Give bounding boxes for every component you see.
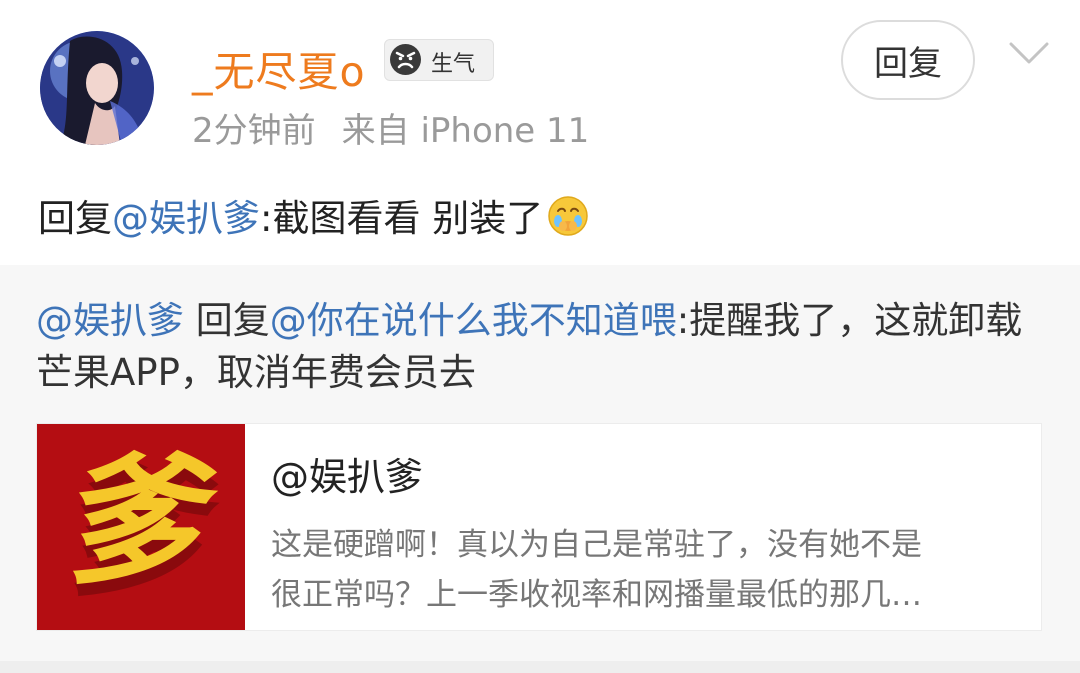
quoted-reply-text: @娱扒爹 回复@你在说什么我不知道喂:提醒我了，这就卸载芒果APP，取消年费会员… [36, 295, 1046, 399]
angry-face-icon [390, 44, 421, 75]
card-title: @娱扒爹 [271, 455, 424, 499]
card-thumbnail: 爹 爹 [37, 424, 245, 630]
username[interactable]: _无尽夏o [192, 38, 366, 98]
mood-label: 生气 [431, 52, 476, 77]
post-source: 来自 iPhone 11 [341, 111, 590, 151]
quoted-reply-word: 回复 [184, 299, 270, 342]
avatar[interactable] [40, 31, 154, 145]
card-desc-line-2: 很正常吗？上一季收视率和网播量最低的那几… [271, 577, 922, 613]
comment-text: 回复@娱扒爹:截图看看 别装了 [38, 188, 589, 242]
crying-face-emoji [548, 196, 588, 236]
quoted-reply-target[interactable]: @你在说什么我不知道喂 [270, 299, 677, 342]
timestamp: 2分钟前 [192, 111, 316, 151]
linked-post-card[interactable]: 爹 爹 @娱扒爹 这是硬蹭啊！真以为自己是常驻了，没有她不是 很正常吗？上一季收… [36, 423, 1042, 631]
chevron-down-icon[interactable] [1008, 40, 1050, 66]
card-desc-line-1: 这是硬蹭啊！真以为自己是常驻了，没有她不是 [271, 527, 922, 563]
reply-button[interactable]: 回复 [841, 20, 975, 100]
mood-badge: 生气 [384, 39, 494, 81]
comment-body: :截图看看 别装了 [260, 197, 544, 240]
quoted-reply[interactable]: @娱扒爹 回复@你在说什么我不知道喂:提醒我了，这就卸载芒果APP，取消年费会员… [0, 265, 1080, 661]
bottom-divider [0, 661, 1080, 673]
mention-link[interactable]: @娱扒爹 [112, 197, 260, 240]
quoted-author[interactable]: @娱扒爹 [36, 299, 184, 342]
comment-header: _无尽夏o 生气 2分钟前 来自 iPhone 11 回复 [0, 0, 1080, 165]
card-description: 这是硬蹭啊！真以为自己是常驻了，没有她不是 很正常吗？上一季收视率和网播量最低的… [271, 520, 1031, 620]
comment-prefix: 回复 [38, 197, 112, 240]
comment-meta: 2分钟前 来自 iPhone 11 [192, 103, 589, 152]
